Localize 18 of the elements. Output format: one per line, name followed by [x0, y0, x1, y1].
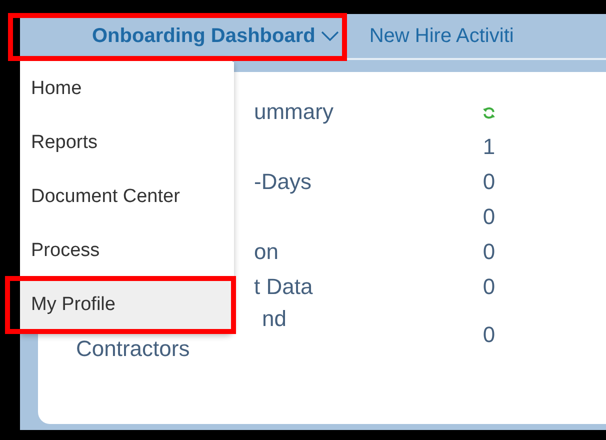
- menu-item[interactable]: Reports: [20, 116, 234, 170]
- menu-item[interactable]: Document Center: [20, 170, 234, 224]
- refresh-icon[interactable]: [482, 106, 496, 120]
- count-value: 0: [482, 204, 496, 229]
- row-label: t Data: [254, 272, 313, 300]
- row-label: on: [254, 238, 278, 266]
- row-label: -Days: [254, 168, 312, 196]
- row-label: nd: [262, 305, 286, 333]
- count-value: 0: [482, 322, 496, 346]
- row-label: ummary: [254, 98, 334, 126]
- caret-icon: [321, 31, 340, 41]
- count-value: 1: [482, 134, 496, 159]
- count-value: 0: [482, 239, 496, 264]
- count-value: 0: [482, 274, 496, 299]
- menu-item[interactable]: Process: [20, 224, 234, 278]
- row-label: Contractors: [76, 335, 190, 363]
- count-value: 0: [482, 169, 496, 194]
- menu-item[interactable]: Home: [20, 62, 234, 116]
